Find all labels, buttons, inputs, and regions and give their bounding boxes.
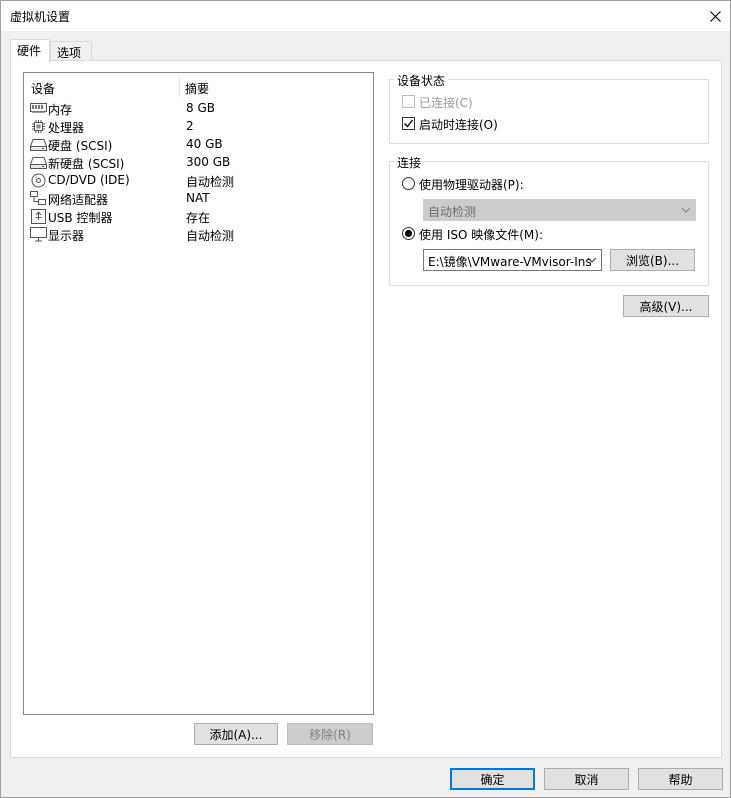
network-adapter-icon [29, 190, 47, 206]
close-icon [709, 10, 721, 22]
device-summary: 自动检测 [186, 229, 235, 243]
tab-hardware[interactable]: 硬件 [10, 39, 50, 63]
memory-icon [29, 100, 47, 116]
chevron-down-icon [587, 257, 597, 263]
device-summary: 300 GB [186, 155, 231, 169]
connected-label: 已连接(C) [419, 96, 473, 110]
device-status-title: 设备状态 [394, 72, 449, 89]
device-name: USB 控制器 [48, 211, 113, 225]
hard-disk-icon [29, 136, 47, 152]
connection-title: 连接 [394, 154, 425, 171]
usb-icon [29, 208, 47, 224]
column-header-summary[interactable]: 摘要 [185, 80, 209, 97]
connected-checkbox[interactable] [402, 95, 415, 108]
column-separator [179, 75, 180, 97]
device-row-network-adapter[interactable]: 网络适配器 NAT [25, 189, 372, 207]
hard-disk-icon [29, 154, 47, 170]
device-summary: 存在 [186, 211, 211, 225]
window-title: 虚拟机设置 [10, 10, 71, 24]
device-summary: 自动检测 [186, 175, 235, 189]
device-row-cd-dvd[interactable]: CD/DVD (IDE) 自动检测 [25, 171, 372, 189]
device-row-processor[interactable]: 处理器 2 [25, 117, 372, 135]
device-list[interactable]: 设备 摘要 内存 8 GB 处理器 2 硬盘 (SCSI) 40 GB 新硬盘 … [23, 72, 374, 715]
device-name: 新硬盘 (SCSI) [48, 157, 125, 171]
physical-drive-value: 自动检测 [428, 205, 477, 219]
device-row-usb-controller[interactable]: USB 控制器 存在 [25, 207, 372, 225]
vm-settings-window: 虚拟机设置 硬件 选项 设备 摘要 内存 8 GB 处理器 2 硬盘 (SCSI… [0, 0, 731, 798]
device-row-memory[interactable]: 内存 8 GB [25, 99, 372, 117]
device-summary: NAT [186, 191, 210, 205]
device-row-new-hard-disk[interactable]: 新硬盘 (SCSI) 300 GB [25, 153, 372, 171]
add-device-button[interactable]: 添加(A)... [194, 723, 278, 745]
close-button[interactable] [700, 1, 730, 31]
browse-button[interactable]: 浏览(B)... [610, 249, 695, 271]
cancel-button[interactable]: 取消 [544, 768, 629, 790]
checkmark-icon [404, 119, 414, 128]
device-summary: 2 [186, 119, 194, 133]
physical-drive-radio[interactable] [402, 177, 415, 190]
device-name: 硬盘 (SCSI) [48, 139, 113, 153]
iso-image-label: 使用 ISO 映像文件(M): [419, 228, 543, 242]
device-name: 内存 [48, 103, 73, 117]
iso-path-value: E:\镜像\VMware-VMvisor-Ins [428, 255, 592, 269]
physical-drive-select[interactable]: 自动检测 [423, 199, 696, 221]
monitor-icon [29, 226, 47, 242]
device-summary: 8 GB [186, 101, 215, 115]
iso-image-radio[interactable] [402, 227, 415, 240]
remove-device-button[interactable]: 移除(R) [287, 723, 373, 745]
device-list-header: 设备 摘要 [24, 73, 373, 97]
title-bar: 虚拟机设置 [1, 1, 730, 31]
tab-options[interactable]: 选项 [50, 41, 92, 62]
connect-at-power-on-label: 启动时连接(O) [419, 118, 498, 132]
iso-path-combobox[interactable]: E:\镜像\VMware-VMvisor-Ins [423, 249, 602, 271]
ok-button[interactable]: 确定 [450, 768, 535, 790]
advanced-button[interactable]: 高级(V)... [623, 295, 709, 317]
device-row-hard-disk[interactable]: 硬盘 (SCSI) 40 GB [25, 135, 372, 153]
cpu-icon [29, 118, 47, 134]
device-summary: 40 GB [186, 137, 223, 151]
cd-dvd-icon [29, 172, 47, 188]
help-button[interactable]: 帮助 [638, 768, 723, 790]
chevron-down-icon [681, 207, 691, 213]
device-name: CD/DVD (IDE) [48, 173, 130, 187]
physical-drive-label: 使用物理驱动器(P): [419, 178, 524, 192]
device-name: 网络适配器 [48, 193, 109, 207]
device-name: 显示器 [48, 229, 85, 243]
connect-at-power-on-checkbox[interactable] [402, 117, 415, 130]
column-header-device[interactable]: 设备 [31, 80, 55, 97]
device-row-display[interactable]: 显示器 自动检测 [25, 225, 372, 243]
device-name: 处理器 [48, 121, 85, 135]
